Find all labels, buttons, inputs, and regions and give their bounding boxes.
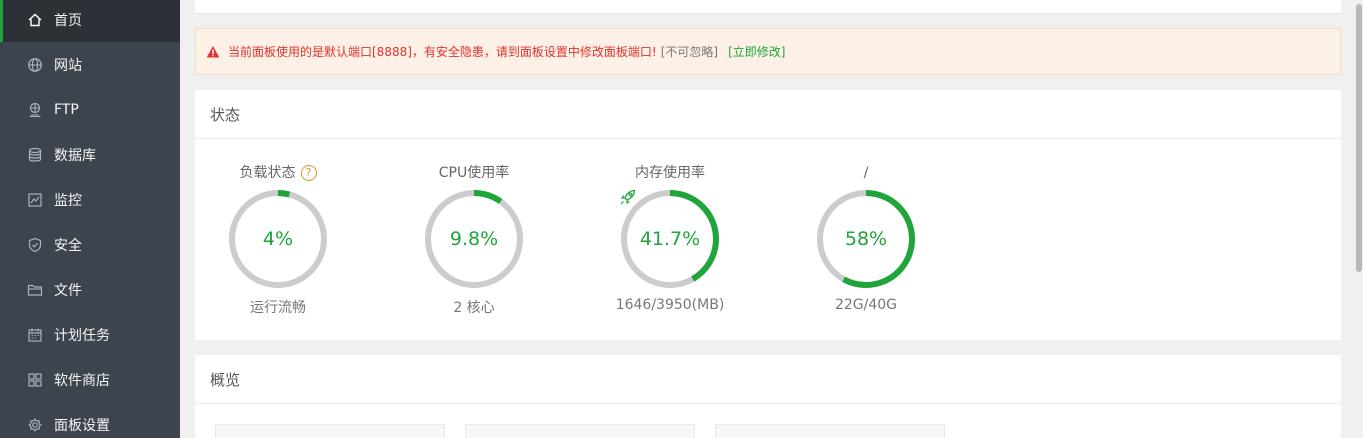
apps-grid-icon <box>26 371 44 389</box>
sidebar: 首页 网站 FTP 数据库 监控 安全 文件 计划任务 软件商店 面板设置 <box>0 0 180 438</box>
overview-panel: 概览 <box>195 355 1341 438</box>
home-icon <box>26 11 44 29</box>
gear-icon <box>26 416 44 434</box>
gauge-ring[interactable]: 41.7% <box>618 187 722 291</box>
gauge-label: CPU使用率 <box>438 165 510 181</box>
ftp-icon <box>26 101 44 119</box>
sidebar-item-website[interactable]: 网站 <box>0 42 180 87</box>
warning-message: 当前面板使用的是默认端口[8888]，有安全隐患，请到面板设置中修改面板端口! <box>228 45 657 59</box>
sidebar-item-panel-settings[interactable]: 面板设置 <box>0 402 180 438</box>
gauge-value: 58% <box>844 228 888 250</box>
gauge-ring[interactable]: 58% <box>814 187 918 291</box>
sidebar-item-ftp[interactable]: FTP <box>0 87 180 132</box>
status-panel: 状态 负载状态 ? 4% 运行流畅 CPU使用率 9.8% 2 核心 内存使用率… <box>195 90 1341 340</box>
sidebar-item-label: 计划任务 <box>54 327 110 344</box>
port-warning-banner: 当前面板使用的是默认端口[8888]，有安全隐患，请到面板设置中修改面板端口! … <box>195 28 1341 75</box>
gauge-value: 9.8% <box>449 228 499 250</box>
sidebar-item-label: 面板设置 <box>54 417 110 434</box>
gauge-sub: 2 核心 <box>453 300 495 316</box>
gauge-ring[interactable]: 9.8% <box>422 187 526 291</box>
sidebar-item-security[interactable]: 安全 <box>0 222 180 267</box>
gauge-sub: 22G/40G <box>834 297 898 313</box>
load-gauge: 负载状态 ? 4% 运行流畅 <box>198 162 358 317</box>
gauge-value: 41.7% <box>639 228 701 250</box>
warning-ignore-label: [不可忽略] <box>660 45 719 59</box>
sidebar-item-label: FTP <box>54 101 79 118</box>
overview-card[interactable] <box>215 424 445 438</box>
gauge-ring[interactable]: 4% <box>226 187 330 291</box>
sidebar-item-label: 监控 <box>54 192 82 209</box>
top-panel <box>195 0 1341 14</box>
overview-title: 概览 <box>195 355 1341 404</box>
calendar-icon <box>26 326 44 344</box>
disk-gauge: / 58% 22G/40G <box>786 162 946 313</box>
scrollbar-thumb[interactable] <box>1356 4 1362 272</box>
sidebar-item-label: 文件 <box>54 282 82 299</box>
fix-port-link[interactable]: [立即修改] <box>728 43 785 60</box>
page-scrollbar[interactable] <box>1355 0 1363 438</box>
sidebar-item-label: 数据库 <box>54 147 96 164</box>
gauge-sub: 1646/3950(MB) <box>615 297 725 313</box>
database-icon <box>26 146 44 164</box>
sidebar-item-monitor[interactable]: 监控 <box>0 177 180 222</box>
overview-card[interactable] <box>715 424 945 438</box>
overview-card[interactable] <box>465 424 695 438</box>
globe-icon <box>26 56 44 74</box>
sidebar-item-label: 网站 <box>54 57 82 74</box>
shield-icon <box>26 236 44 254</box>
monitor-icon <box>26 191 44 209</box>
sidebar-item-label: 安全 <box>54 237 82 254</box>
gauge-label: 内存使用率 <box>635 165 705 181</box>
gauge-label: / <box>863 165 869 181</box>
sidebar-item-app-store[interactable]: 软件商店 <box>0 357 180 402</box>
folder-icon <box>26 281 44 299</box>
memory-gauge: 内存使用率 41.7% 1646/3950(MB) <box>590 162 750 313</box>
gauge-value: 4% <box>262 228 294 250</box>
main-content: 当前面板使用的是默认端口[8888]，有安全隐患，请到面板设置中修改面板端口! … <box>180 0 1355 438</box>
sidebar-item-home[interactable]: 首页 <box>0 0 180 42</box>
help-icon[interactable]: ? <box>300 165 317 181</box>
gauge-label: 负载状态 <box>239 165 296 181</box>
sidebar-item-database[interactable]: 数据库 <box>0 132 180 177</box>
cpu-gauge: CPU使用率 9.8% 2 核心 <box>394 162 554 317</box>
sidebar-item-label: 软件商店 <box>54 372 110 389</box>
status-title: 状态 <box>195 90 1341 139</box>
sidebar-item-label: 首页 <box>54 12 82 29</box>
gauge-sub: 运行流畅 <box>250 300 306 316</box>
sidebar-item-files[interactable]: 文件 <box>0 267 180 312</box>
sidebar-item-cron[interactable]: 计划任务 <box>0 312 180 357</box>
warning-icon <box>206 45 220 57</box>
